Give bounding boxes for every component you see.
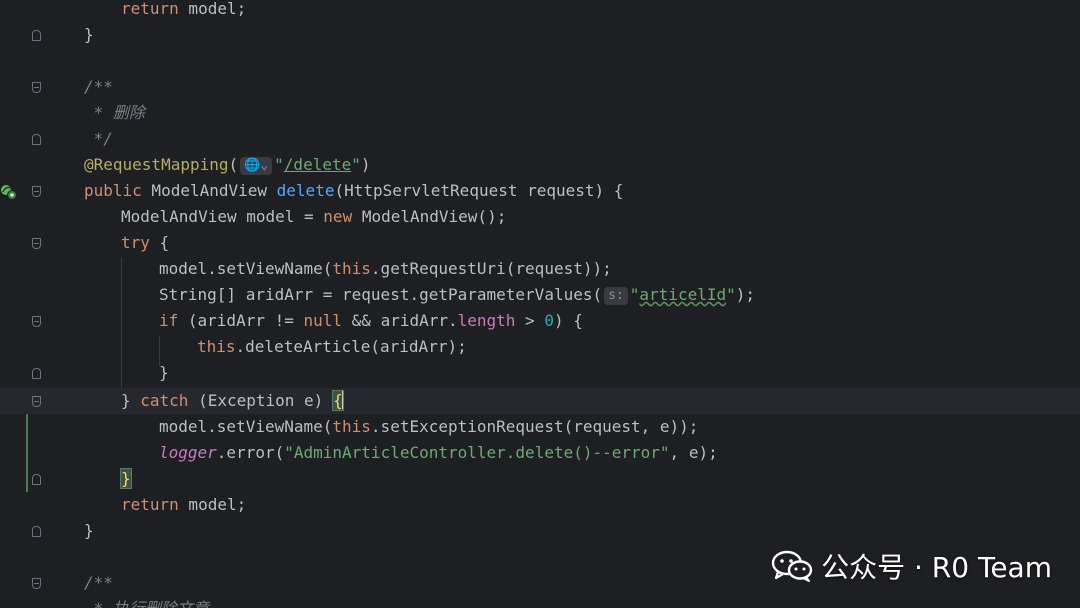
code-text: model; xyxy=(178,495,247,514)
code-text: } xyxy=(121,391,141,410)
code-text: model; xyxy=(178,0,247,18)
string: "AdminArticleController.delete()--error" xyxy=(284,443,670,462)
comment: * 执行删除文章 xyxy=(84,596,209,608)
code-line[interactable]: model.setViewName(this.setExceptionReque… xyxy=(0,414,1080,440)
code-text: .setExceptionRequest(request, e)); xyxy=(370,417,699,436)
code-line-current[interactable]: } catch (Exception e) { xyxy=(0,388,1080,414)
field: length xyxy=(457,311,516,330)
keyword: if xyxy=(159,311,179,330)
code-text: ModelAndView(); xyxy=(352,207,507,226)
keyword: return xyxy=(121,495,179,514)
keyword: public xyxy=(84,181,142,200)
matched-brace: } xyxy=(120,468,132,489)
fold-icon[interactable] xyxy=(32,368,41,379)
comment: */ xyxy=(84,129,113,148)
code-line[interactable]: } xyxy=(0,22,1080,48)
fold-icon[interactable] xyxy=(32,82,41,93)
code-editor[interactable]: return model; } /** * 删除 */ @RequestMapp… xyxy=(0,0,1080,608)
typo-string: articelId xyxy=(639,285,727,304)
code-text: } xyxy=(84,25,94,44)
code-text: > xyxy=(515,311,545,330)
string: " xyxy=(351,155,361,174)
code-text: } xyxy=(84,521,94,540)
fold-icon[interactable] xyxy=(32,316,41,327)
code-text: ); xyxy=(735,285,756,304)
fold-icon[interactable] xyxy=(32,396,41,407)
string: " xyxy=(629,285,640,304)
code-line[interactable]: model.setViewName(this.getRequestUri(req… xyxy=(0,256,1080,282)
keyword: new xyxy=(323,207,353,226)
watermark-text: 公众号 · R0 Team xyxy=(821,551,1052,584)
code-text: (HttpServletRequest request) { xyxy=(334,181,624,200)
code-line[interactable]: String[] aridArr = request.getParameterV… xyxy=(0,282,1080,308)
url-scope-hint[interactable]: 🌐⌄ xyxy=(240,157,273,175)
fold-icon[interactable] xyxy=(32,526,41,537)
code-text: .deleteArticle(aridArr); xyxy=(235,337,467,356)
code-text: ) xyxy=(360,155,371,174)
code-line[interactable]: } xyxy=(0,466,1080,492)
code-text: ( xyxy=(228,155,239,174)
keyword: null xyxy=(303,311,343,330)
code-line[interactable]: } xyxy=(0,360,1080,386)
comment: * 删除 xyxy=(84,103,145,122)
code-line[interactable]: try { xyxy=(0,230,1080,256)
keyword: this xyxy=(197,337,236,356)
code-line[interactable]: */ xyxy=(0,126,1080,152)
code-line[interactable]: return model; xyxy=(0,0,1080,22)
code-text: ) { xyxy=(553,311,583,330)
code-text: model.setViewName( xyxy=(159,259,333,278)
wechat-icon xyxy=(771,550,813,582)
code-line[interactable]: } xyxy=(0,518,1080,544)
code-text: && aridArr. xyxy=(342,311,458,330)
code-line[interactable]: logger.error("AdminArticleController.del… xyxy=(0,440,1080,466)
fold-icon[interactable] xyxy=(32,30,41,41)
code-text: (aridArr != xyxy=(178,311,304,330)
method-name: delete xyxy=(276,181,335,200)
code-line[interactable]: * 删除 xyxy=(0,100,1080,126)
static-field: logger xyxy=(159,443,217,462)
comment: /** xyxy=(84,77,113,96)
code-text: ModelAndView xyxy=(141,181,277,200)
keyword: this xyxy=(332,259,371,278)
code-line[interactable]: this.deleteArticle(aridArr); xyxy=(0,334,1080,360)
code-line[interactable]: * 执行删除文章 xyxy=(0,596,1080,608)
code-line[interactable]: if (aridArr != null && aridArr.length > … xyxy=(0,308,1080,334)
keyword: try xyxy=(121,233,150,252)
string: " xyxy=(274,155,284,174)
text-caret xyxy=(341,391,344,409)
keyword: return xyxy=(121,0,179,18)
code-line[interactable]: public ModelAndView delete(HttpServletRe… xyxy=(0,178,1080,204)
fold-icon[interactable] xyxy=(32,134,41,145)
fold-icon[interactable] xyxy=(32,186,41,197)
code-line[interactable]: return model; xyxy=(0,492,1080,518)
code-text: model.setViewName( xyxy=(159,417,333,436)
annotation: @RequestMapping xyxy=(84,155,229,174)
string: " xyxy=(726,285,736,304)
fold-icon[interactable] xyxy=(32,238,41,249)
code-text: , e); xyxy=(669,443,718,462)
code-line[interactable]: @RequestMapping(🌐⌄ "/delete") xyxy=(0,152,1080,178)
code-text: String[] aridArr = request.getParameterV… xyxy=(159,285,603,304)
watermark: 公众号 · R0 Team xyxy=(771,546,1052,586)
code-text: (Exception e) xyxy=(188,391,333,410)
url-link[interactable]: /delete xyxy=(284,155,351,174)
keyword: this xyxy=(332,417,371,436)
code-text: .getRequestUri(request)); xyxy=(370,259,612,278)
code-line[interactable]: /** xyxy=(0,74,1080,100)
code-text: ModelAndView model = xyxy=(121,207,324,226)
code-line[interactable]: ModelAndView model = new ModelAndView(); xyxy=(0,204,1080,230)
number: 0 xyxy=(544,311,554,330)
fold-icon[interactable] xyxy=(32,578,41,589)
comment: /** xyxy=(84,573,113,592)
code-text: { xyxy=(149,233,170,252)
code-text: } xyxy=(159,363,169,382)
parameter-hint: s: xyxy=(604,287,628,305)
code-text: .error( xyxy=(216,443,285,462)
keyword: catch xyxy=(140,391,189,410)
fold-icon[interactable] xyxy=(32,474,41,485)
